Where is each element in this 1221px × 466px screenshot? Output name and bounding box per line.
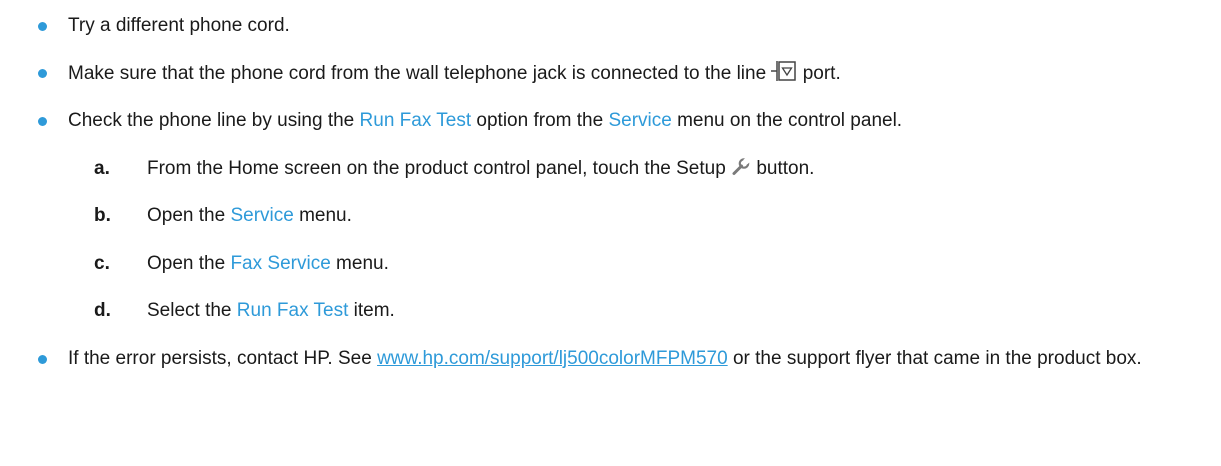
line-port-text-before: Make sure that the phone cord from the w… <box>68 63 767 84</box>
bullet-text: If the error persists, contact HP. See w… <box>68 346 1201 372</box>
bullet-text: Check the phone line by using the Run Fa… <box>68 108 1201 134</box>
bullet-marker <box>38 69 47 78</box>
bullet-text: Make sure that the phone cord from the w… <box>68 60 1201 90</box>
contact-text-1: If the error persists, contact HP. See <box>68 348 372 369</box>
line-port-text-after: port. <box>802 63 841 84</box>
step-letter: c. <box>94 253 110 274</box>
step-text: Open the Service menu. <box>147 203 352 229</box>
step-d-text-2: item. <box>353 300 395 321</box>
bullet-text: Try a different phone cord. <box>68 15 290 36</box>
menu-name-fax-service: Fax Service <box>230 253 331 274</box>
menu-name-service: Service <box>230 205 294 226</box>
check-text-3: menu on the control panel. <box>677 110 903 131</box>
bullet-marker <box>38 22 47 31</box>
step-a-text-2: button. <box>756 158 815 179</box>
step-a-text-1: From the Home screen on the product cont… <box>147 158 726 179</box>
bullet-marker <box>38 117 47 126</box>
step-letter: d. <box>94 300 111 321</box>
step-text: From the Home screen on the product cont… <box>147 156 814 185</box>
menu-item-run-fax-test: Run Fax Test <box>236 300 349 321</box>
fax-line-port-icon <box>771 60 797 90</box>
step-letter: a. <box>94 158 110 179</box>
step-d-text-1: Select the <box>147 300 232 321</box>
menu-name-service: Service <box>608 110 672 131</box>
step-b-text-2: menu. <box>299 205 352 226</box>
wrench-icon <box>731 156 751 185</box>
troubleshooting-list: Try a different phone cord. Make sure th… <box>0 0 1221 466</box>
contact-text-2: or the support flyer that came in the pr… <box>732 348 1142 369</box>
step-b-text-1: Open the <box>147 205 226 226</box>
step-letter: b. <box>94 205 111 226</box>
support-link[interactable]: www.hp.com/support/lj500colorMFPM570 <box>377 348 728 369</box>
step-text: Open the Fax Service menu. <box>147 251 389 277</box>
step-c-text-1: Open the <box>147 253 226 274</box>
bullet-marker <box>38 355 47 364</box>
step-text: Select the Run Fax Test item. <box>147 298 395 324</box>
menu-item-run-fax-test: Run Fax Test <box>359 110 472 131</box>
check-text-2: option from the <box>476 110 604 131</box>
check-text-1: Check the phone line by using the <box>68 110 355 131</box>
step-c-text-2: menu. <box>336 253 389 274</box>
